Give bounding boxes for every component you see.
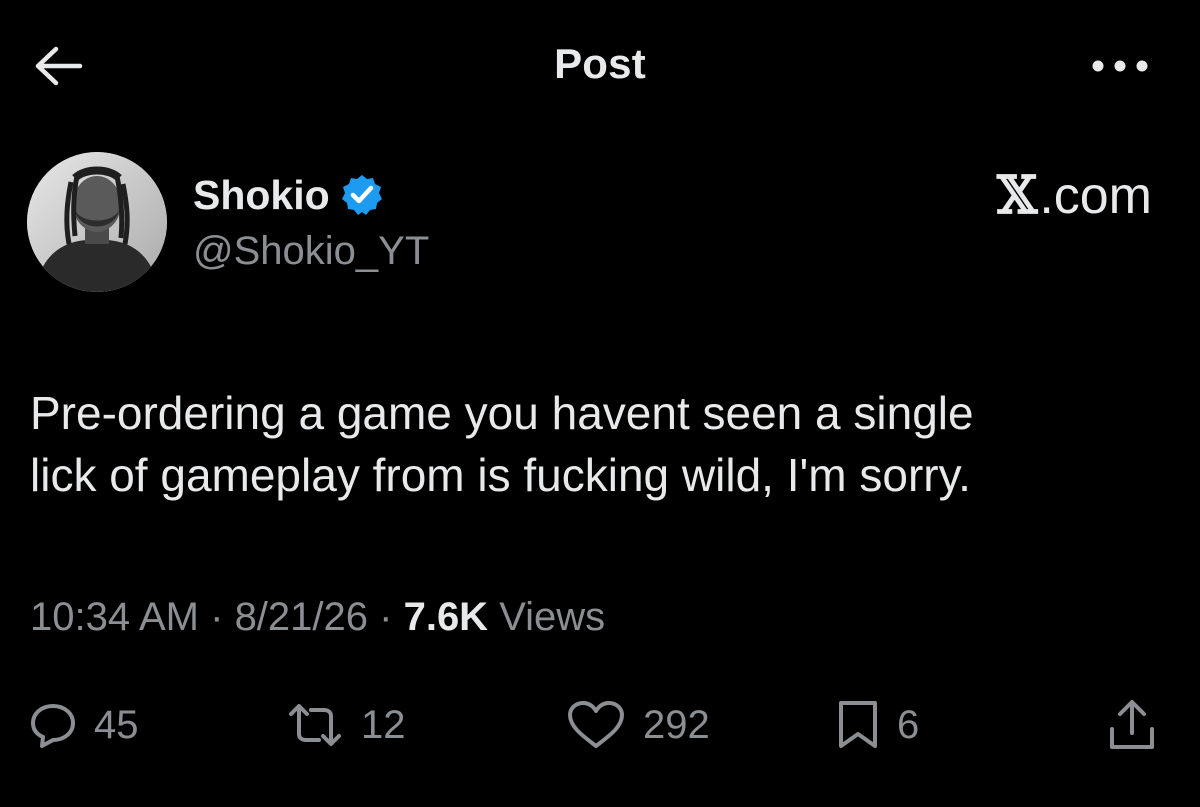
- heart-icon: [565, 698, 627, 752]
- more-horizontal-icon: [1090, 59, 1150, 78]
- back-button[interactable]: [30, 42, 88, 94]
- author-name[interactable]: Shokio: [193, 172, 330, 219]
- like-button[interactable]: 292: [565, 690, 710, 760]
- verified-badge-icon: [340, 173, 384, 217]
- x-logo-icon: 𝕏: [996, 165, 1038, 226]
- post-text-line: lick of gameplay from is fucking wild, I…: [30, 449, 971, 501]
- share-button[interactable]: [1104, 690, 1160, 760]
- arrow-left-icon: [34, 46, 84, 91]
- post-date[interactable]: 8/21/26: [235, 595, 368, 639]
- bookmark-count: 6: [897, 702, 920, 747]
- post-time[interactable]: 10:34 AM: [30, 595, 199, 639]
- reply-icon: [28, 700, 78, 750]
- views-count[interactable]: 7.6K: [404, 595, 489, 639]
- post-meta: 10:34 AM · 8/21/26 · 7.6K Views: [30, 595, 605, 640]
- post-text: Pre-ordering a game you havent seen a si…: [30, 382, 1180, 506]
- reply-button[interactable]: 45: [28, 690, 139, 760]
- repost-button[interactable]: 12: [285, 690, 406, 760]
- bookmark-button[interactable]: 6: [835, 690, 919, 760]
- bookmark-icon: [835, 698, 881, 752]
- meta-separator: ·: [199, 595, 235, 639]
- views-label: Views: [488, 595, 606, 639]
- meta-separator: ·: [368, 595, 404, 639]
- avatar[interactable]: [27, 152, 167, 292]
- more-options-button[interactable]: [1080, 48, 1160, 88]
- page-title: Post: [554, 40, 646, 87]
- reply-count: 45: [94, 702, 139, 747]
- x-com-watermark: 𝕏 .com: [962, 165, 1152, 226]
- repost-count: 12: [361, 702, 406, 747]
- author-name-row[interactable]: Shokio: [193, 167, 384, 223]
- watermark-text: .com: [1039, 166, 1152, 225]
- share-icon: [1104, 697, 1160, 753]
- like-count: 292: [643, 702, 710, 747]
- action-bar: 45 12 292 6: [0, 690, 1200, 760]
- top-bar: Post: [0, 0, 1200, 130]
- author-handle[interactable]: @Shokio_YT: [193, 229, 429, 274]
- post-text-line: Pre-ordering a game you havent seen a si…: [30, 387, 974, 439]
- repost-icon: [285, 700, 345, 750]
